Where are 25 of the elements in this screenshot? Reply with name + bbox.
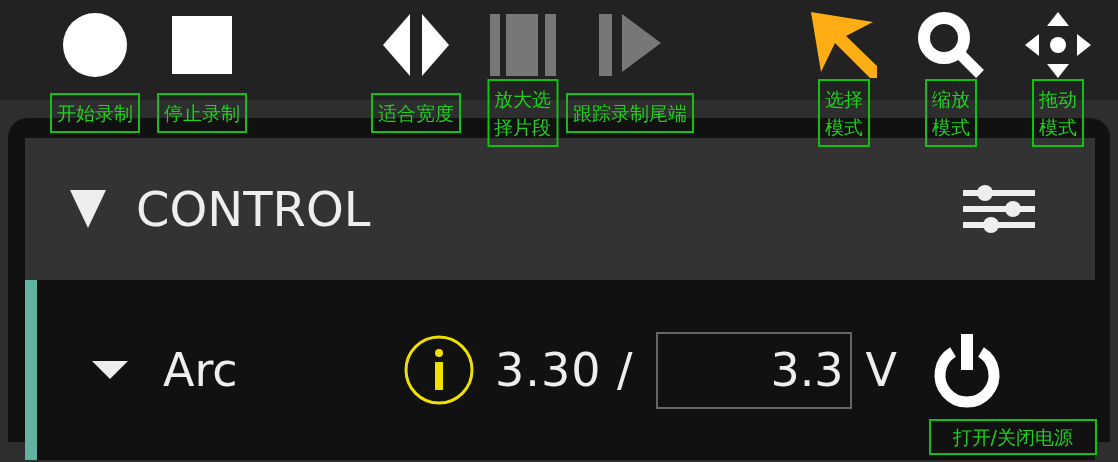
section-title: CONTROL xyxy=(136,181,372,237)
tooltip: 适合宽度 xyxy=(370,93,461,133)
tooltip: 拖动模式 xyxy=(1031,79,1084,147)
info-icon[interactable] xyxy=(403,334,475,406)
bars-icon xyxy=(489,14,556,76)
stop-icon xyxy=(171,16,232,74)
tooltip: 打开/关闭电源 xyxy=(928,419,1097,455)
tooltip: 缩放模式 xyxy=(924,79,977,147)
tooltip: 停止录制 xyxy=(156,93,247,133)
voltage-reading: 3.30 / xyxy=(495,343,634,397)
search-icon xyxy=(917,12,984,78)
move-icon xyxy=(1024,12,1091,78)
channel-name: Arc xyxy=(163,343,239,397)
tooltip: 选择模式 xyxy=(817,79,870,147)
voltage-input-field[interactable]: 3.3 xyxy=(655,331,852,409)
settings-sliders-icon[interactable] xyxy=(963,185,1035,233)
collapse-triangle-icon[interactable] xyxy=(92,361,128,379)
follow-end-icon xyxy=(598,14,661,76)
unit-label: V xyxy=(865,343,897,397)
collapse-triangle-icon[interactable] xyxy=(70,190,106,228)
tooltip: 开始录制 xyxy=(49,93,140,133)
record-icon xyxy=(61,12,128,78)
cursor-arrow-icon xyxy=(810,12,877,78)
fit-width-icon xyxy=(382,14,449,76)
tooltip: 跟踪录制尾端 xyxy=(565,93,694,133)
